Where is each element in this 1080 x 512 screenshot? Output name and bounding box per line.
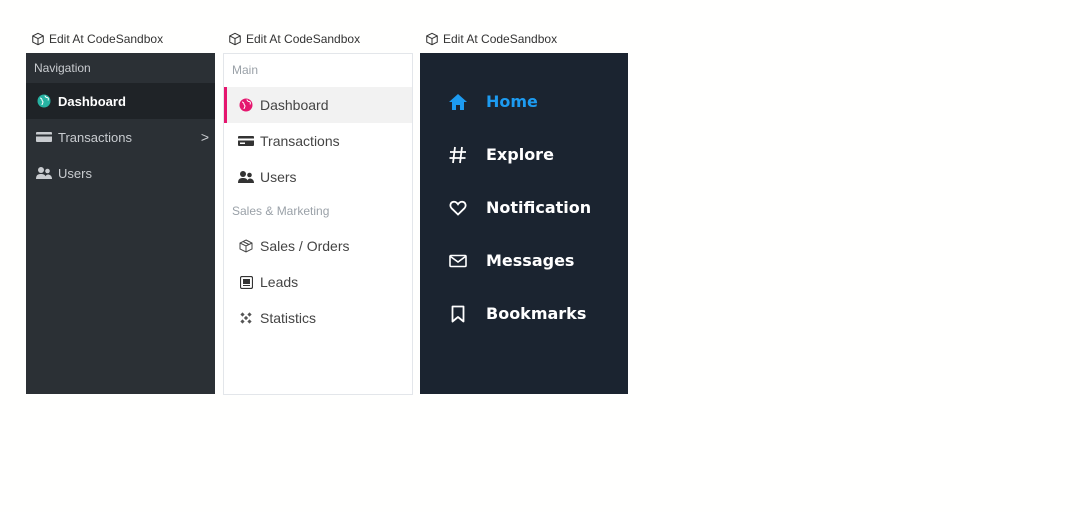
mail-icon [448, 251, 468, 271]
section-title-sales-marketing: Sales & Marketing [232, 204, 330, 218]
globe-icon [36, 93, 52, 109]
section-title-main: Main [232, 63, 259, 77]
sidebar-item-dashboard[interactable]: Dashboard [224, 87, 412, 123]
sidebar-item-label: Transactions [58, 129, 132, 145]
nav-item-messages[interactable]: Messages [420, 234, 628, 287]
sidebar-item-label: Sales / Orders [260, 238, 350, 254]
bookmark-icon [448, 304, 468, 324]
chevron-right-icon: > [200, 129, 209, 145]
sidebar-item-label: Dashboard [260, 97, 329, 113]
sidebar-item-leads[interactable]: Leads [224, 264, 412, 300]
cube-icon [426, 32, 438, 46]
nav-item-bookmarks[interactable]: Bookmarks [420, 287, 628, 340]
cube-icon [229, 32, 241, 46]
nav-item-label: Notification [486, 198, 592, 217]
section-title: Navigation [34, 61, 91, 75]
users-icon [238, 169, 254, 185]
cube-icon [32, 32, 44, 46]
sparkle-icon [238, 310, 254, 326]
sidebar-item-label: Dashboard [58, 93, 126, 109]
nav-item-label: Messages [486, 251, 575, 270]
dark-sidebar: Navigation Dashboard Transactions > User… [26, 53, 215, 394]
edit-link-label: Edit At CodeSandbox [246, 32, 361, 46]
nav-item-home[interactable]: Home [420, 75, 628, 128]
navy-sidebar: Home Explore Notification Messages Bookm… [420, 53, 628, 394]
sidebar-item-transactions[interactable]: Transactions > [26, 119, 215, 155]
light-sidebar: Main Dashboard Transactions Users Sales … [223, 53, 413, 395]
sidebar-item-label: Users [260, 169, 297, 185]
card-icon [36, 129, 52, 145]
users-icon [36, 165, 52, 181]
edit-at-codesandbox-link[interactable]: Edit At CodeSandbox [425, 30, 557, 48]
edit-at-codesandbox-link[interactable]: Edit At CodeSandbox [228, 30, 360, 48]
edit-link-label: Edit At CodeSandbox [49, 32, 164, 46]
sidebar-item-users[interactable]: Users [224, 159, 412, 195]
edit-at-codesandbox-link[interactable]: Edit At CodeSandbox [31, 30, 163, 48]
nav-item-label: Explore [486, 145, 554, 164]
sidebar-item-label: Statistics [260, 310, 317, 326]
hashtag-icon [448, 145, 468, 165]
sidebar-item-transactions[interactable]: Transactions [224, 123, 412, 159]
nav-item-label: Home [486, 92, 538, 111]
heart-icon [448, 198, 468, 218]
sidebar-item-label: Leads [260, 274, 299, 290]
card-icon [238, 133, 254, 149]
nav-item-explore[interactable]: Explore [420, 128, 628, 181]
home-icon [448, 92, 468, 112]
globe-icon [238, 97, 254, 113]
edit-link-label: Edit At CodeSandbox [443, 32, 558, 46]
sidebar-item-users[interactable]: Users [26, 155, 215, 191]
inbox-icon [238, 274, 254, 290]
sidebar-item-sales-orders[interactable]: Sales / Orders [224, 228, 412, 264]
sidebar-item-label: Transactions [260, 133, 340, 149]
nav-item-label: Bookmarks [486, 304, 587, 323]
sidebar-item-statistics[interactable]: Statistics [224, 300, 412, 336]
sidebar-item-dashboard[interactable]: Dashboard [26, 83, 215, 119]
box-icon [238, 238, 254, 254]
sidebar-item-label: Users [58, 165, 92, 181]
nav-item-notification[interactable]: Notification [420, 181, 628, 234]
